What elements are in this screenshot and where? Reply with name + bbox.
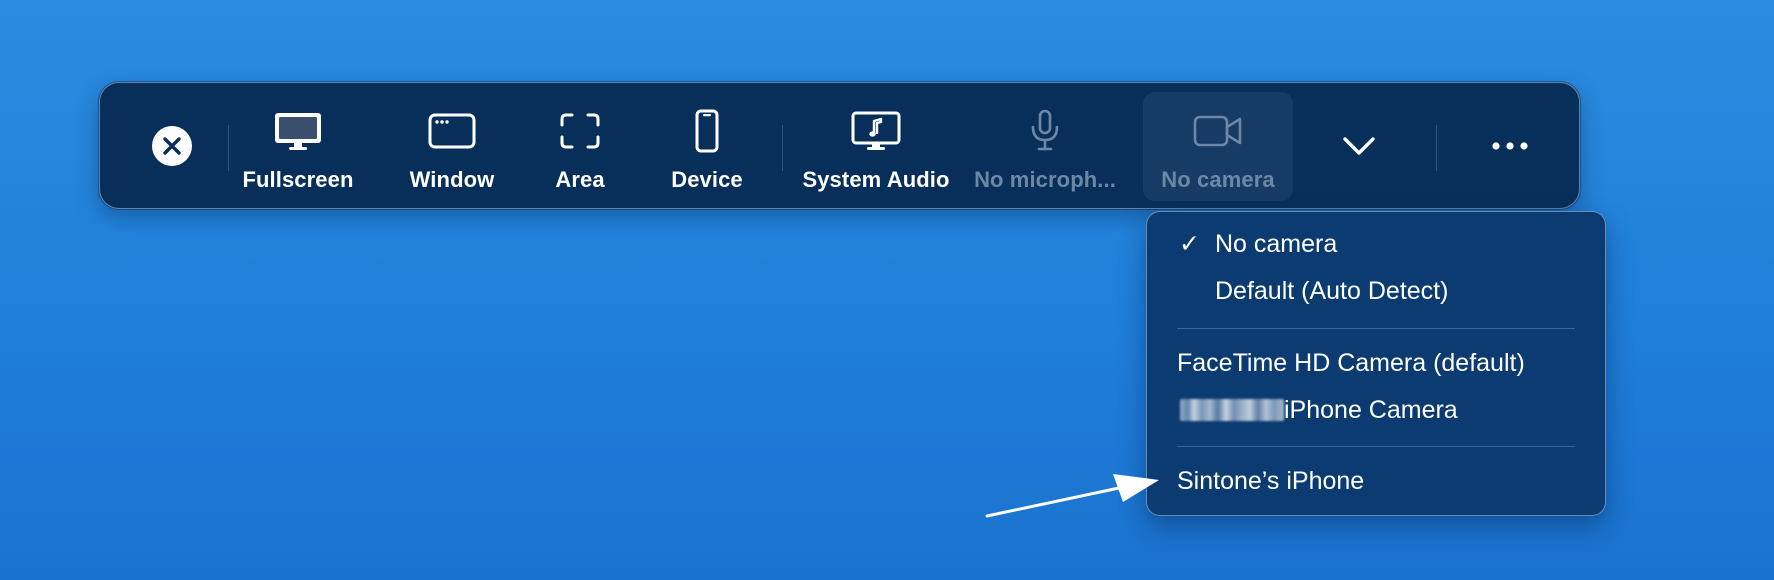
menu-item-no-camera[interactable]: ✓ No camera <box>1147 222 1605 266</box>
menu-item-label: Sintone’s iPhone <box>1177 467 1365 495</box>
microphone-icon <box>1019 109 1071 153</box>
camera-dropdown-menu: ✓ No camera Default (Auto Detect) FaceTi… <box>1146 211 1606 516</box>
more-options-button[interactable] <box>1484 131 1536 161</box>
pointer-arrow-icon <box>985 470 1165 525</box>
phone-icon <box>681 109 733 153</box>
toolbar-divider <box>1436 125 1437 171</box>
close-icon <box>163 137 181 155</box>
camera-button[interactable]: No camera <box>1143 83 1293 208</box>
menu-item-label: FaceTime HD Camera (default) <box>1177 349 1525 377</box>
tool-label: Fullscreen <box>242 167 354 192</box>
menu-item-facetime-camera[interactable]: FaceTime HD Camera (default) <box>1147 341 1605 385</box>
menu-item-label: Default (Auto Detect) <box>1215 277 1449 305</box>
device-button[interactable]: Device <box>662 83 752 208</box>
tool-label: System Audio <box>802 167 950 192</box>
more-dots-icon <box>1492 142 1528 150</box>
window-button[interactable]: Window <box>406 83 498 208</box>
system-audio-button[interactable]: System Audio <box>800 83 952 208</box>
monitor-music-icon <box>850 109 902 153</box>
window-icon <box>426 109 478 153</box>
menu-item-iphone-camera[interactable]: iPhone Camera <box>1147 388 1605 432</box>
monitor-icon <box>272 109 324 153</box>
redacted-device-name <box>1180 399 1284 421</box>
tool-label: No microph... <box>974 167 1116 192</box>
tool-label: Area <box>555 167 605 192</box>
toolbar-divider <box>782 125 783 171</box>
video-camera-icon <box>1192 109 1244 153</box>
microphone-button[interactable]: No microph... <box>970 83 1120 208</box>
checkmark-icon: ✓ <box>1179 230 1200 258</box>
options-chevron-button[interactable] <box>1335 125 1383 167</box>
fullscreen-button[interactable]: Fullscreen <box>240 83 356 208</box>
recording-toolbar: Fullscreen Window Area Device System Aud… <box>99 82 1580 209</box>
area-selection-icon <box>554 109 606 153</box>
tool-label: Window <box>409 167 495 192</box>
tool-label: No camera <box>1161 167 1275 192</box>
menu-separator <box>1177 446 1575 447</box>
menu-item-sintones-iphone[interactable]: Sintone’s iPhone <box>1147 459 1605 503</box>
toolbar-divider <box>228 125 229 171</box>
menu-item-label: No camera <box>1215 230 1338 258</box>
chevron-down-icon <box>1343 137 1375 155</box>
tool-label: Device <box>671 167 743 192</box>
area-button[interactable]: Area <box>540 83 620 208</box>
close-button[interactable] <box>152 126 192 166</box>
menu-separator <box>1177 328 1575 329</box>
menu-item-label: iPhone Camera <box>1284 396 1458 424</box>
menu-item-default-auto-detect[interactable]: Default (Auto Detect) <box>1147 269 1605 313</box>
